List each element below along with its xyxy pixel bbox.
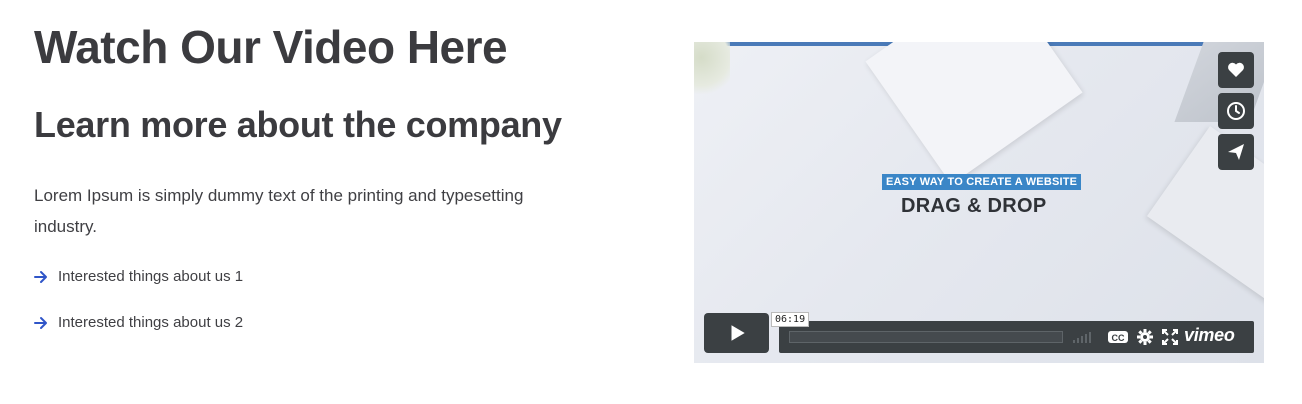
page-title: Watch Our Video Here bbox=[34, 21, 508, 73]
arrow-right-icon bbox=[34, 316, 47, 329]
like-button[interactable] bbox=[1218, 52, 1254, 88]
list-item: Interested things about us 2 bbox=[34, 314, 243, 331]
fullscreen-icon[interactable] bbox=[1162, 329, 1178, 345]
video-player[interactable]: EASY WAY TO CREATE A WEBSITE DRAG & DROP… bbox=[694, 42, 1264, 363]
video-title: DRAG & DROP bbox=[901, 195, 1047, 217]
background-plant bbox=[694, 42, 730, 94]
time-tooltip: 06:19 bbox=[771, 312, 810, 327]
subtitle: Learn more about the company bbox=[34, 104, 562, 145]
cc-icon[interactable]: CC bbox=[1107, 329, 1129, 345]
arrow-right-icon bbox=[34, 270, 47, 283]
control-bar: CC vimeo bbox=[779, 321, 1254, 353]
watch-later-button[interactable] bbox=[1218, 93, 1254, 129]
list-item-label: Interested things about us 2 bbox=[58, 314, 244, 331]
play-icon bbox=[731, 325, 745, 341]
share-button[interactable] bbox=[1218, 134, 1254, 170]
video-tagline: EASY WAY TO CREATE A WEBSITE bbox=[882, 174, 1082, 190]
background-paper bbox=[865, 42, 1083, 185]
heart-icon bbox=[1228, 62, 1244, 77]
gear-icon[interactable] bbox=[1137, 329, 1153, 345]
list-item-label: Interested things about us 1 bbox=[58, 268, 244, 285]
play-button[interactable] bbox=[704, 313, 769, 353]
clock-icon bbox=[1227, 102, 1245, 120]
list-item: Interested things about us 1 bbox=[34, 268, 243, 285]
volume-icon[interactable] bbox=[1073, 331, 1091, 343]
svg-text:CC: CC bbox=[1112, 333, 1125, 343]
progress-bar[interactable] bbox=[789, 331, 1063, 343]
vimeo-logo[interactable]: vimeo bbox=[1184, 325, 1235, 346]
lead-text: Lorem Ipsum is simply dummy text of the … bbox=[34, 186, 524, 236]
send-icon bbox=[1228, 144, 1244, 160]
